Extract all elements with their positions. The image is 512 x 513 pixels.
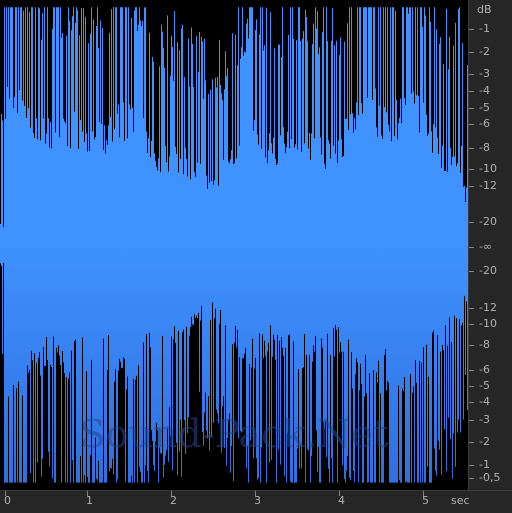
- db-tick: [469, 420, 474, 421]
- time-label: 3: [254, 494, 261, 507]
- db-tick: [469, 442, 474, 443]
- db-tick: [469, 324, 474, 325]
- db-label: -5: [479, 379, 490, 392]
- db-tick: [469, 108, 474, 109]
- db-label: -12: [479, 179, 497, 192]
- db-label: -12: [479, 301, 497, 314]
- db-label: -2: [479, 45, 490, 58]
- time-label: 4: [338, 494, 345, 507]
- db-label: -3: [479, 413, 490, 426]
- db-label: -3: [479, 67, 490, 80]
- db-scale-ruler: dB -1 -2 -3 -4 -5 -6 -8 -10 -12 -20 -∞ -…: [468, 0, 512, 490]
- db-tick: [469, 124, 474, 125]
- db-tick: [469, 345, 474, 346]
- time-ruler[interactable]: 0 1 2 3 4 5 sec: [0, 490, 512, 513]
- waveform-graphic: [0, 7, 468, 483]
- db-label: -8: [479, 141, 490, 154]
- db-tick: [469, 478, 474, 479]
- db-unit-label: dB: [477, 3, 492, 16]
- db-label: -0,5: [479, 471, 501, 484]
- db-label: -1: [479, 458, 490, 471]
- time-label: 5: [422, 494, 429, 507]
- db-tick: [469, 148, 474, 149]
- db-label: -10: [479, 317, 497, 330]
- db-tick: [469, 465, 474, 466]
- audio-editor-view: Sound-Pack.Net dB -1 -2 -3 -4 -5 -6 -8 -…: [0, 0, 512, 513]
- db-label: -2: [479, 435, 490, 448]
- db-tick: [469, 52, 474, 53]
- db-label: -8: [479, 338, 490, 351]
- db-tick: [469, 308, 474, 309]
- db-tick: [469, 74, 474, 75]
- db-tick: [469, 91, 474, 92]
- db-label: -20: [479, 215, 497, 228]
- db-tick: [469, 222, 474, 223]
- db-label: -6: [479, 117, 490, 130]
- db-label: -4: [479, 395, 490, 408]
- db-tick: [469, 29, 474, 30]
- time-unit-label: sec: [451, 494, 470, 507]
- db-label: -20: [479, 264, 497, 277]
- db-tick: [469, 169, 474, 170]
- db-label: -10: [479, 162, 497, 175]
- waveform-path: [0, 7, 468, 483]
- db-label-infinity: -∞: [479, 240, 493, 253]
- waveform-display[interactable]: Sound-Pack.Net: [0, 0, 468, 490]
- db-label: -5: [479, 101, 490, 114]
- db-label: -4: [479, 84, 490, 97]
- waveform-peaks: [0, 7, 468, 483]
- db-tick: [469, 370, 474, 371]
- time-label: 1: [86, 494, 93, 507]
- time-label: 0: [4, 494, 11, 507]
- db-label: -1: [479, 22, 490, 35]
- db-label: -6: [479, 363, 490, 376]
- db-tick: [469, 402, 474, 403]
- time-label: 2: [170, 494, 177, 507]
- db-tick: [469, 247, 474, 248]
- db-tick: [469, 186, 474, 187]
- db-tick: [469, 271, 474, 272]
- db-tick: [469, 386, 474, 387]
